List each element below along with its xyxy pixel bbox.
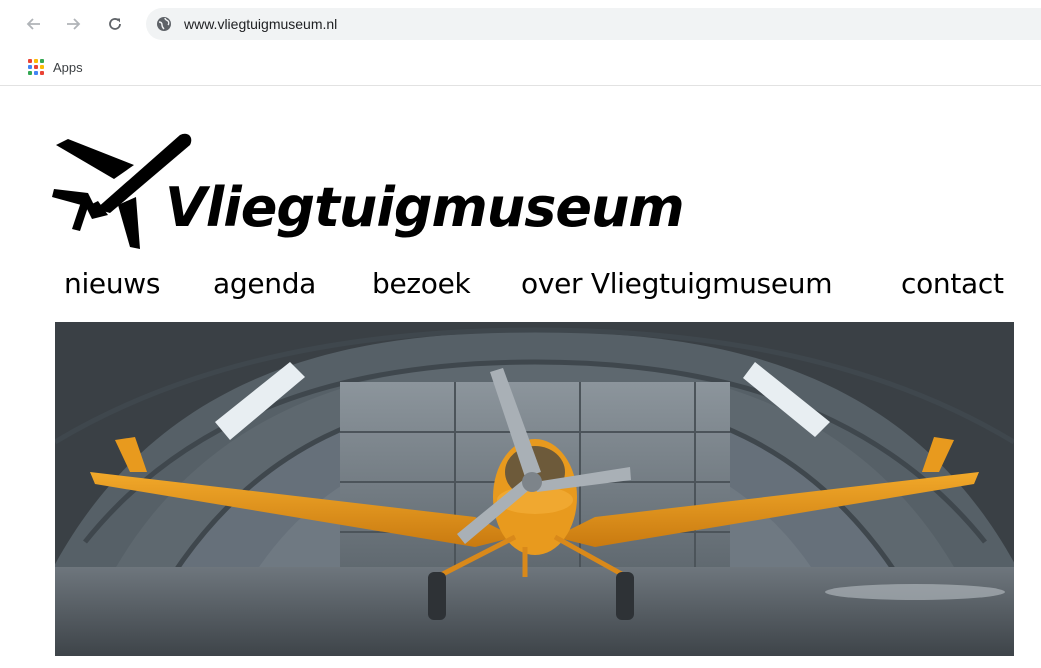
- nav-nieuws[interactable]: nieuws: [64, 267, 160, 300]
- apps-dot: [34, 71, 38, 75]
- nav-agenda[interactable]: agenda: [213, 267, 316, 300]
- hero-image: [55, 322, 1014, 656]
- main-navigation: nieuws agenda bezoek over Vliegtuigmuseu…: [64, 267, 1024, 307]
- apps-dot: [28, 59, 32, 63]
- apps-dot: [34, 65, 38, 69]
- apps-dot: [28, 71, 32, 75]
- nav-over-vliegtuigmuseum[interactable]: over Vliegtuigmuseum: [521, 267, 833, 300]
- apps-grid-icon: [28, 59, 44, 75]
- nav-contact[interactable]: contact: [901, 267, 1004, 300]
- logo-text: Vliegtuigmuseum: [165, 176, 685, 239]
- globe-icon: [157, 17, 171, 31]
- bookmark-apps-label: Apps: [53, 59, 83, 75]
- nav-bezoek[interactable]: bezoek: [372, 267, 471, 300]
- site-logo[interactable]: Vliegtuigmuseum: [52, 131, 752, 251]
- apps-dot: [40, 59, 44, 63]
- forward-arrow-icon[interactable]: [63, 14, 83, 34]
- apps-dot: [28, 65, 32, 69]
- apps-dot: [40, 65, 44, 69]
- back-arrow-icon[interactable]: [24, 14, 44, 34]
- web-page: Vliegtuigmuseum nieuws agenda bezoek ove…: [0, 87, 1041, 668]
- address-bar[interactable]: www.vliegtuigmuseum.nl: [146, 8, 1041, 40]
- bookmark-apps[interactable]: Apps: [28, 59, 83, 75]
- apps-dot: [34, 59, 38, 63]
- apps-dot: [40, 71, 44, 75]
- hangar-airplane-photo: [55, 322, 1014, 656]
- bookmarks-bar: Apps: [0, 50, 1041, 86]
- reload-icon[interactable]: [105, 14, 125, 34]
- browser-toolbar: www.vliegtuigmuseum.nl: [0, 0, 1041, 46]
- url-text[interactable]: www.vliegtuigmuseum.nl: [184, 16, 337, 32]
